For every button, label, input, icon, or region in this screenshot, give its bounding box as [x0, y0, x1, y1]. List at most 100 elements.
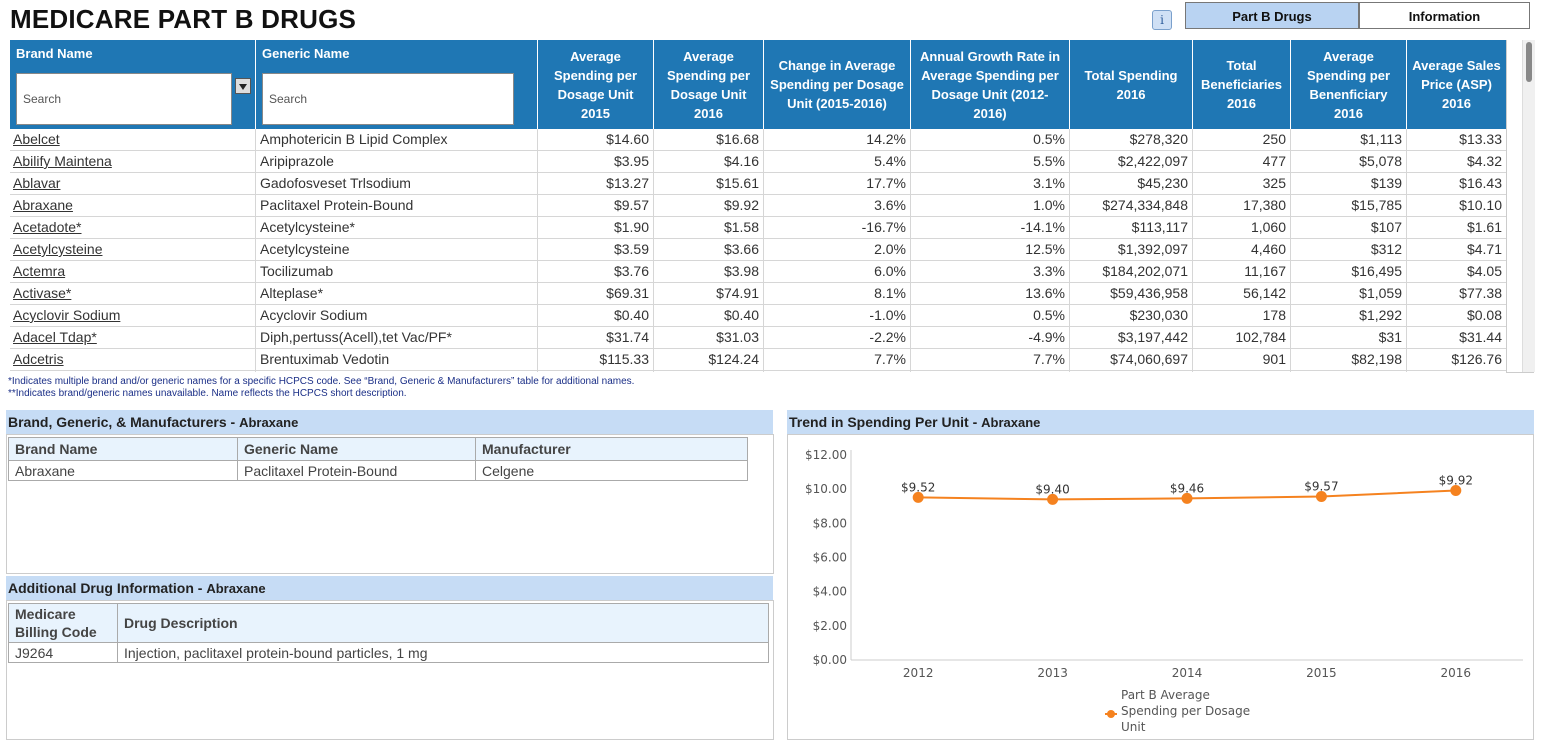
growth-cell: 7.7% [911, 349, 1070, 370]
total-spending-cell: $274,334,848 [1070, 195, 1193, 216]
table-row: Abraxane Paclitaxel Protein-Bound Celgen… [8, 460, 748, 481]
table-row[interactable]: Actemra Tocilizumab $3.76 $3.98 6.0% 3.3% $184… [10, 261, 1506, 283]
brand-name-link[interactable]: Acyclovir Sodium [10, 305, 256, 326]
table-row[interactable]: Adacel Tdap* Diph,pertuss(Acell),tet Vac/… [10, 327, 1506, 349]
table-row[interactable]: Abilify Maintena Aripiprazole $3.95 $4.16 5.… [10, 151, 1506, 173]
per-beneficiary-cell: $1,059 [1291, 283, 1407, 304]
brand-name-link[interactable]: Adenocard* [10, 371, 256, 372]
generic-name-cell: Acetylcysteine* [256, 217, 538, 238]
brand-name-link[interactable]: Actemra [10, 261, 256, 282]
brand-name-link[interactable]: Acetylcysteine [10, 239, 256, 260]
change-cell: 17.7% [764, 173, 911, 194]
x-tick-label: 2016 [1441, 666, 1472, 680]
chevron-down-icon[interactable] [235, 78, 251, 94]
generic-name-cell: Tocilizumab [256, 261, 538, 282]
col-brand-label: Brand Name [16, 46, 93, 61]
y-tick-label: $4.00 [813, 585, 847, 599]
info-code-cell: J9264 [8, 642, 118, 663]
generic-name-cell: Alteplase* [256, 283, 538, 304]
table-row[interactable]: Abelcet Amphotericin B Lipid Complex $14.6… [10, 129, 1506, 151]
col-avg-2015[interactable]: Average Spending per Dosage Unit 2015 [538, 40, 654, 129]
avg-2016-cell: $1.58 [654, 217, 764, 238]
total-spending-cell: $45,230 [1070, 173, 1193, 194]
bgm-brand-cell: Abraxane [8, 460, 238, 481]
beneficiaries-cell: 178 [1193, 305, 1291, 326]
change-cell: 6.0% [764, 261, 911, 282]
avg-2016-cell: $124.24 [654, 349, 764, 370]
col-asp[interactable]: Average Sales Price (ASP) 2016 [1407, 40, 1506, 129]
scrollbar-thumb[interactable] [1526, 42, 1532, 82]
bgm-generic-cell: Paclitaxel Protein-Bound [237, 460, 476, 481]
beneficiaries-cell: 102,784 [1193, 327, 1291, 348]
table-row[interactable]: Activase* Alteplase* $69.31 $74.91 8.1% 13.6%… [10, 283, 1506, 305]
avg-2015-cell: $13.27 [538, 173, 654, 194]
info-table: Medicare Billing Code Drug Description J… [8, 603, 769, 663]
tab-information[interactable]: Information [1359, 2, 1530, 29]
generic-name-cell: Brentuximab Vedotin [256, 349, 538, 370]
table-header: Brand Name Search Generic Name Search Av… [10, 40, 1506, 129]
beneficiaries-cell: 250 [1193, 129, 1291, 150]
bgm-table: Brand Name Generic Name Manufacturer Abr… [8, 437, 748, 481]
table-row[interactable]: Abraxane Paclitaxel Protein-Bound $9.57 $9.… [10, 195, 1506, 217]
table-row[interactable]: Acetadote* Acetylcysteine* $1.90 $1.58 -16.7… [10, 217, 1506, 239]
avg-2015-cell: $1.90 [538, 217, 654, 238]
bgm-col-manufacturer: Manufacturer [475, 437, 748, 461]
brand-name-link[interactable]: Abraxane [10, 195, 256, 216]
brand-name-link[interactable]: Adacel Tdap* [10, 327, 256, 348]
table-row[interactable]: Acyclovir Sodium Acyclovir Sodium $0.40 $0.… [10, 305, 1506, 327]
info-icon[interactable]: i [1152, 10, 1172, 30]
asp-cell: $10.10 [1459, 197, 1502, 213]
legend-label: Part B Average [1121, 688, 1210, 702]
info-panel: Medicare Billing Code Drug Description J… [6, 600, 774, 740]
avg-2016-cell: $3.98 [654, 261, 764, 282]
data-label: $9.92 [1439, 474, 1473, 488]
generic-search-input[interactable]: Search [262, 73, 514, 125]
tab-part-b-drugs[interactable]: Part B Drugs [1185, 2, 1359, 29]
col-total[interactable]: Total Spending 2016 [1070, 40, 1193, 129]
scrollbar[interactable] [1522, 40, 1535, 372]
brand-name-link[interactable]: Activase* [10, 283, 256, 304]
bgm-col-brand: Brand Name [8, 437, 238, 461]
avg-2016-cell: $0.76 [654, 371, 764, 372]
total-spending-cell: $113,117 [1070, 217, 1193, 238]
beneficiaries-cell: 4,460 [1193, 239, 1291, 260]
asp-cell: $126.76 [1451, 351, 1502, 367]
brand-name-link[interactable]: Adcetris [10, 349, 256, 370]
col-avg-2016[interactable]: Average Spending per Dosage Unit 2016 [654, 40, 764, 129]
brand-name-link[interactable]: Acetadote* [10, 217, 256, 238]
table-row[interactable]: Acetylcysteine Acetylcysteine $3.59 $3.66 2.… [10, 239, 1506, 261]
beneficiaries-cell: 46,033 [1193, 371, 1291, 372]
table-row[interactable]: Ablavar Gadofosveset Trlsodium $13.27 $15.6… [10, 173, 1506, 195]
col-generic-name: Generic Name Search [256, 40, 538, 129]
change-cell: 3.6% [764, 195, 911, 216]
col-growth[interactable]: Annual Growth Rate in Average Spending p… [911, 40, 1070, 129]
table-row[interactable]: Adenocard*Adenosine*$0.88$0.76-13.9%-13.… [10, 371, 1506, 372]
asp-cell: $4.32 [1466, 153, 1502, 169]
asp-cell: $16.43 [1459, 175, 1502, 191]
avg-2015-cell: $69.31 [538, 283, 654, 304]
col-per-beneficiary[interactable]: Average Spending per Benenficiary 2016 [1291, 40, 1407, 129]
generic-name-cell: Paclitaxel Protein-Bound [256, 195, 538, 216]
y-tick-label: $2.00 [813, 619, 847, 633]
per-beneficiary-cell: $15,785 [1291, 195, 1407, 216]
growth-cell: -13.9% [911, 371, 1070, 372]
brand-name-link[interactable]: Abilify Maintena [10, 151, 256, 172]
y-tick-label: $12.00 [805, 448, 847, 462]
col-change[interactable]: Change in Average Spending per Dosage Un… [764, 40, 911, 129]
brand-search-input[interactable]: Search [16, 73, 251, 125]
col-beneficiaries[interactable]: Total Beneficiaries 2016 [1193, 40, 1291, 129]
growth-cell: 0.5% [911, 129, 1070, 150]
avg-2016-cell: $9.92 [654, 195, 764, 216]
info-header-row: Medicare Billing Code Drug Description [8, 603, 769, 643]
total-spending-cell: $59,436,958 [1070, 283, 1193, 304]
growth-cell: 5.5% [911, 151, 1070, 172]
growth-cell: -4.9% [911, 327, 1070, 348]
trend-chart: $0.00 $2.00 $4.00 $6.00 $8.00 $10.00 $12.00 201… [805, 448, 1523, 734]
bgm-panel: Brand Name Generic Name Manufacturer Abr… [6, 434, 774, 574]
table-row: J9264 Injection, paclitaxel protein-boun… [8, 642, 769, 663]
total-spending-cell: $184,202,071 [1070, 261, 1193, 282]
brand-name-link[interactable]: Abelcet [10, 129, 256, 150]
table-row[interactable]: Adcetris Brentuximab Vedotin $115.33 $124.2… [10, 349, 1506, 371]
avg-2016-cell: $0.40 [654, 305, 764, 326]
brand-name-link[interactable]: Ablavar [10, 173, 256, 194]
